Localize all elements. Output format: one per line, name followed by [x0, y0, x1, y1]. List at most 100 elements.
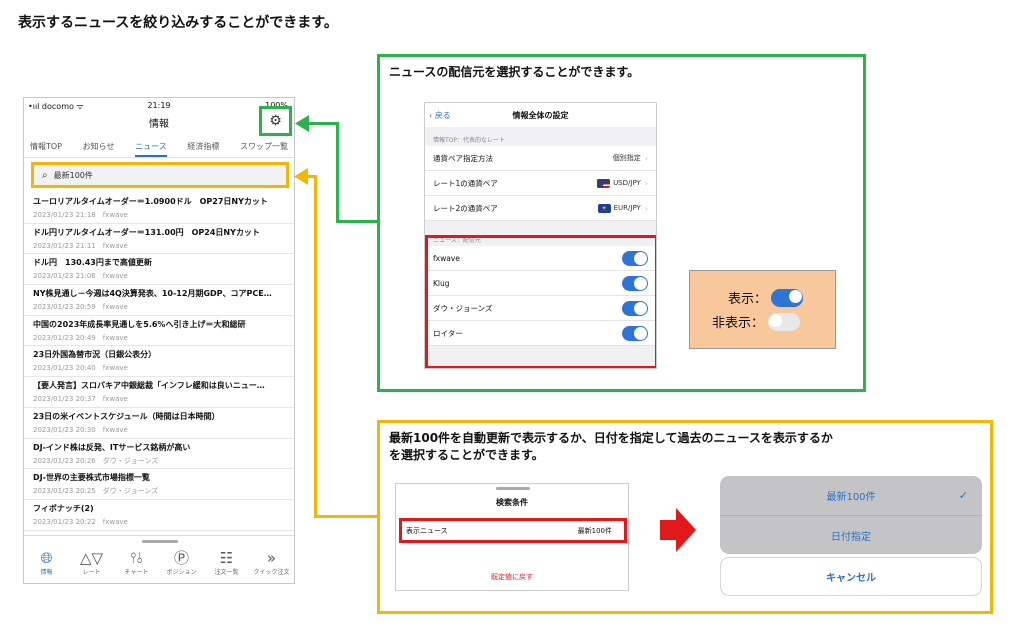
green-connector: [306, 122, 339, 125]
row-value: 個別指定: [612, 154, 641, 162]
row-label: レート1の通貨ペア: [433, 178, 498, 188]
settings-screen: ‹ 戻る 情報全体の設定 情報TOP：代表的なレート 通貨ペア指定方法 個別指定…: [424, 102, 657, 369]
news-meta: 2023/01/23 20:22 fxwave: [33, 517, 128, 526]
chevron-right-icon: ›: [644, 203, 648, 213]
list-item[interactable]: ドル円 130.43円まで高値更新 2023/01/23 21:06 fxwave: [24, 254, 294, 286]
display-news-label: 表示ニュース: [406, 526, 448, 535]
row-value: USD/JPY: [613, 179, 641, 187]
sheet-handle[interactable]: [496, 487, 530, 490]
tabbar-label: 注文一覧: [214, 569, 239, 576]
option-latest-100[interactable]: 最新100件 ✓: [720, 476, 982, 515]
news-title: 23日外国為替市況（日銀公表分）: [33, 350, 157, 360]
tab-news[interactable]: ニュース: [135, 136, 167, 157]
globe-icon: 🌐︎: [40, 549, 53, 567]
search-conditions-title: 検索条件: [496, 498, 528, 507]
page-heading: 表示するニュースを絞り込みすることができます。: [18, 15, 338, 31]
tabbar-item-quick-order[interactable]: » クイック注文: [253, 550, 291, 583]
news-list: ユーロリアルタイムオーダー＝1.0900ドル OP27日NYカット 2023/01…: [24, 193, 294, 531]
tabbar-item-orders[interactable]: ☷ 注文一覧: [208, 550, 246, 583]
highlight-frame: [425, 235, 656, 368]
list-item[interactable]: 【要人発言】スロバキア中銀総裁「インフレ緩和は良いニュー… 2023/01/23 …: [24, 377, 294, 408]
period-selection-panel: 最新100件を自動更新で表示するか、日付を指定して過去のニュースを表示するか を…: [377, 420, 993, 614]
action-sheet: 最新100件 ✓ 日付指定 キャンセル: [720, 476, 982, 598]
news-title: フィボナッチ(2): [33, 503, 94, 513]
search-icon: ⌕: [42, 169, 48, 181]
list-item[interactable]: NY株見通し－今週は4Q決算発表、10-12月期GDP、コアPCE… 2023/0…: [24, 285, 294, 316]
green-connector: [336, 123, 339, 222]
reset-defaults-button[interactable]: 既定値に戻す: [396, 572, 628, 582]
yellow-arrow-icon: [294, 168, 308, 185]
news-title: 【要人発言】スロバキア中銀総裁「インフレ緩和は良いニュー…: [33, 381, 265, 391]
list-item[interactable]: DJ-インド株は反発、ITサービス銘柄が高い 2023/01/23 20:26 ダ…: [24, 439, 294, 470]
list-item[interactable]: ユーロリアルタイムオーダー＝1.0900ドル OP27日NYカット 2023/01…: [24, 193, 294, 224]
checkmark-icon: ✓: [958, 489, 968, 502]
tab-info-top[interactable]: 情報TOP: [30, 136, 62, 157]
us-flag-icon: [597, 178, 611, 188]
option-specify-date[interactable]: 日付指定: [720, 515, 982, 554]
yellow-connector: [314, 175, 317, 518]
list-item[interactable]: DJ-世界の主要株式市場指標一覧 2023/01/23 20:25 ダウ・ジョーン…: [24, 469, 294, 500]
phone-screen: •ııl docomo ᯤ 21:19 100% 情報 ⚙ 情報TOP お知らせ…: [23, 97, 295, 584]
news-meta: 2023/01/23 21:06 fxwave: [33, 272, 128, 281]
settings-row-rate2[interactable]: レート2の通貨ペア ✦ EUR/JPY ›: [425, 196, 656, 221]
news-meta: 2023/01/23 20:40 fxwave: [33, 364, 128, 373]
list-item[interactable]: 23日の米イベントスケジュール（時間は日本時間） 2023/01/23 20:30…: [24, 408, 294, 439]
cancel-button[interactable]: キャンセル: [720, 557, 982, 596]
eu-flag-icon: ✦: [597, 203, 611, 213]
action-sheet-options: 最新100件 ✓ 日付指定: [720, 476, 982, 554]
news-meta: 2023/01/23 20:37 fxwave: [33, 395, 128, 404]
tab-economic-indicators[interactable]: 経済指標: [187, 136, 219, 157]
option-label: 日付指定: [831, 531, 871, 543]
rate-arrows-icon: △▽: [79, 549, 104, 567]
display-news-value: 最新100件: [577, 526, 612, 535]
tabbar-item-info[interactable]: 🌐︎ 情報: [28, 550, 66, 583]
toggle-legend: 表示： 非表示：: [689, 270, 836, 349]
tabbar-item-rate[interactable]: △▽ レート: [73, 550, 111, 583]
tabbar-item-chart[interactable]: ⫯⫰ チャート: [118, 550, 156, 583]
tab-swap-list[interactable]: スワップ一覧: [240, 136, 288, 157]
nav-title: 情報: [149, 119, 169, 130]
section-header: 情報TOP：代表的なレート: [433, 137, 506, 144]
news-meta: 2023/01/23 21:18 fxwave: [33, 211, 128, 219]
option-label: 最新100件: [826, 492, 876, 503]
row-value: EUR/JPY: [613, 204, 641, 212]
settings-row-pair-method[interactable]: 通貨ペア指定方法 個別指定 ›: [425, 146, 656, 171]
clock-label: 21:19: [147, 101, 171, 110]
legend-on-row: 表示：: [728, 288, 804, 307]
list-item[interactable]: 中国の2023年成長率見通しを5.6%へ引き上げ＝大和総研 2023/01/23 …: [24, 316, 294, 347]
display-news-row[interactable]: 表示ニュース 最新100件: [399, 518, 627, 543]
list-item[interactable]: フィボナッチ(2) 2023/01/23 20:22 fxwave: [24, 500, 294, 531]
status-bar: •ııl docomo ᯤ 21:19 100%: [24, 98, 294, 112]
candlestick-icon: ⫯⫰: [129, 549, 144, 567]
period-caption-line1: 最新100件を自動更新で表示するか、日付を指定して過去のニュースを表示するか: [389, 431, 833, 445]
news-meta: 2023/01/23 21:11 fxwave: [33, 241, 128, 250]
tabbar-label: 情報: [40, 569, 53, 576]
news-title: ドル円 130.43円まで高値更新: [33, 258, 152, 268]
legend-on-label: 表示：: [728, 292, 768, 307]
settings-title: 情報全体の設定: [512, 110, 569, 120]
news-title: 23日の米イベントスケジュール（時間は日本時間）: [33, 411, 220, 421]
news-title: ドル円リアルタイムオーダー＝131.00円 OP24日NYカット: [33, 227, 260, 237]
source-caption: ニュースの配信元を選択することができます。: [389, 65, 640, 79]
tabbar-label: レート: [82, 569, 101, 576]
news-title: NY株見通し－今週は4Q決算発表、10-12月期GDP、コアPCE…: [33, 289, 272, 299]
news-title: DJ-インド株は反発、ITサービス銘柄が高い: [33, 442, 191, 452]
bottom-tab-bar: 🌐︎ 情報 △▽ レート ⫯⫰ チャート Ⓟ ポジション ☷ 注文一覧 » クイック注文: [24, 535, 294, 583]
tab-notices[interactable]: お知らせ: [83, 136, 115, 157]
settings-header: ‹ 戻る 情報全体の設定: [425, 103, 656, 127]
settings-row-rate1[interactable]: レート1の通貨ペア USD/JPY ›: [425, 171, 656, 196]
period-caption: 最新100件を自動更新で表示するか、日付を指定して過去のニュースを表示するか を…: [389, 430, 979, 464]
news-meta: 2023/01/23 20:26 ダウ・ジョーンズ: [33, 456, 159, 465]
news-title: ユーロリアルタイムオーダー＝1.0900ドル OP27日NYカット: [33, 197, 268, 206]
news-filter-input[interactable]: ⌕ 最新100件: [31, 162, 289, 188]
gear-icon[interactable]: ⚙: [259, 106, 292, 136]
yellow-connector: [314, 515, 378, 518]
list-item[interactable]: 23日外国為替市況（日銀公表分） 2023/01/23 20:40 fxwave: [24, 346, 294, 378]
position-icon: Ⓟ: [173, 549, 189, 567]
sheet-handle[interactable]: [142, 540, 178, 543]
green-connector: [336, 220, 378, 223]
search-conditions-sheet: 検索条件 表示ニュース 最新100件 既定値に戻す: [395, 483, 629, 591]
tabbar-label: ポジション: [166, 569, 197, 576]
list-item[interactable]: ドル円リアルタイムオーダー＝131.00円 OP24日NYカット 2023/01/…: [24, 224, 294, 255]
tabbar-item-position[interactable]: Ⓟ ポジション: [163, 550, 201, 583]
